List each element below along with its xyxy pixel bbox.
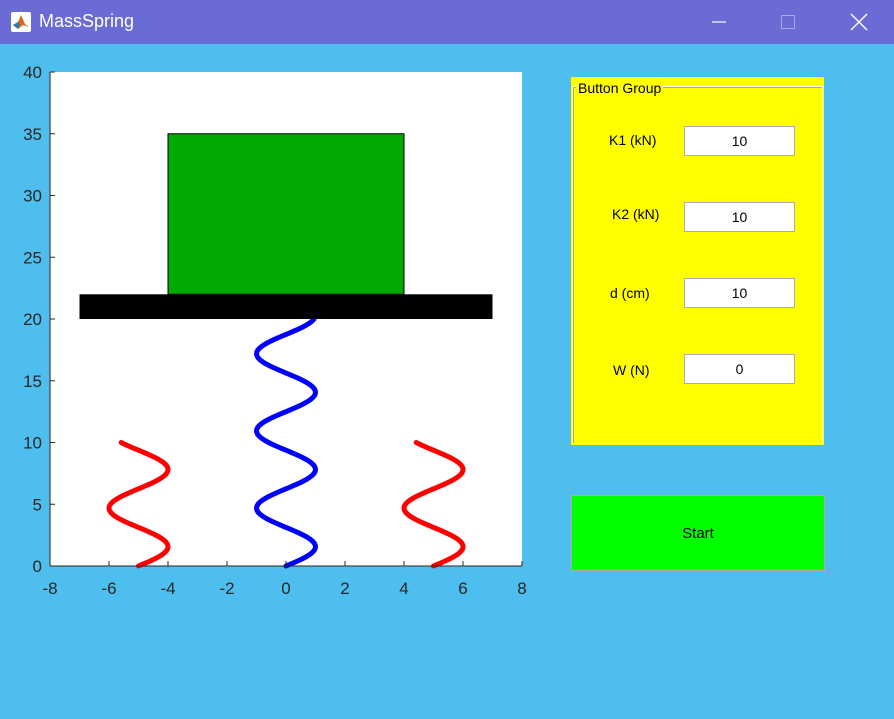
button-group-panel: Button Group K1 (kN) K2 (kN) d (cm) W (N… xyxy=(571,77,824,445)
y-tick-label: 20 xyxy=(23,310,42,329)
y-tick-label: 40 xyxy=(23,63,42,82)
close-icon xyxy=(850,13,868,31)
title-bar: MassSpring xyxy=(0,0,894,44)
x-tick-label: 8 xyxy=(517,579,526,598)
w-label: W (N) xyxy=(613,362,650,378)
x-tick-label: -2 xyxy=(219,579,234,598)
d-input[interactable] xyxy=(684,278,795,308)
x-tick-label: -8 xyxy=(42,579,57,598)
mass-block xyxy=(167,133,405,295)
window-title: MassSpring xyxy=(39,11,135,31)
panel-title: Button Group xyxy=(576,80,664,96)
k2-label: K2 (kN) xyxy=(612,206,660,222)
start-button[interactable]: Start xyxy=(571,495,825,571)
mass-spring-plot: -8 -6 -4 -2 0 2 4 6 8 0 5 10 15 20 25 30 35 40 xyxy=(23,63,527,598)
x-tick-label: -6 xyxy=(101,579,116,598)
k1-input[interactable] xyxy=(684,126,795,156)
y-tick-label: 0 xyxy=(33,557,42,576)
y-tick-label: 30 xyxy=(23,187,42,206)
x-tick-label: 0 xyxy=(281,579,290,598)
minimize-icon xyxy=(712,21,726,23)
y-tick-label: 25 xyxy=(23,248,42,267)
maximize-icon xyxy=(781,15,795,29)
d-label: d (cm) xyxy=(610,285,650,301)
y-tick-label: 10 xyxy=(23,434,42,453)
maximize-button[interactable] xyxy=(755,0,821,44)
x-tick-label: 6 xyxy=(458,579,467,598)
y-tick-label: 5 xyxy=(33,495,42,514)
k2-input[interactable] xyxy=(684,202,795,232)
y-tick-label: 35 xyxy=(23,125,42,144)
close-button[interactable] xyxy=(826,0,892,44)
k1-label: K1 (kN) xyxy=(609,132,657,148)
minimize-button[interactable] xyxy=(686,0,752,44)
x-tick-label: -4 xyxy=(160,579,175,598)
platform-bar xyxy=(79,294,493,319)
matlab-logo-icon xyxy=(11,12,31,32)
y-tick-label: 15 xyxy=(23,372,42,391)
x-tick-label: 4 xyxy=(399,579,408,598)
x-tick-label: 2 xyxy=(340,579,349,598)
w-input[interactable] xyxy=(684,354,795,384)
